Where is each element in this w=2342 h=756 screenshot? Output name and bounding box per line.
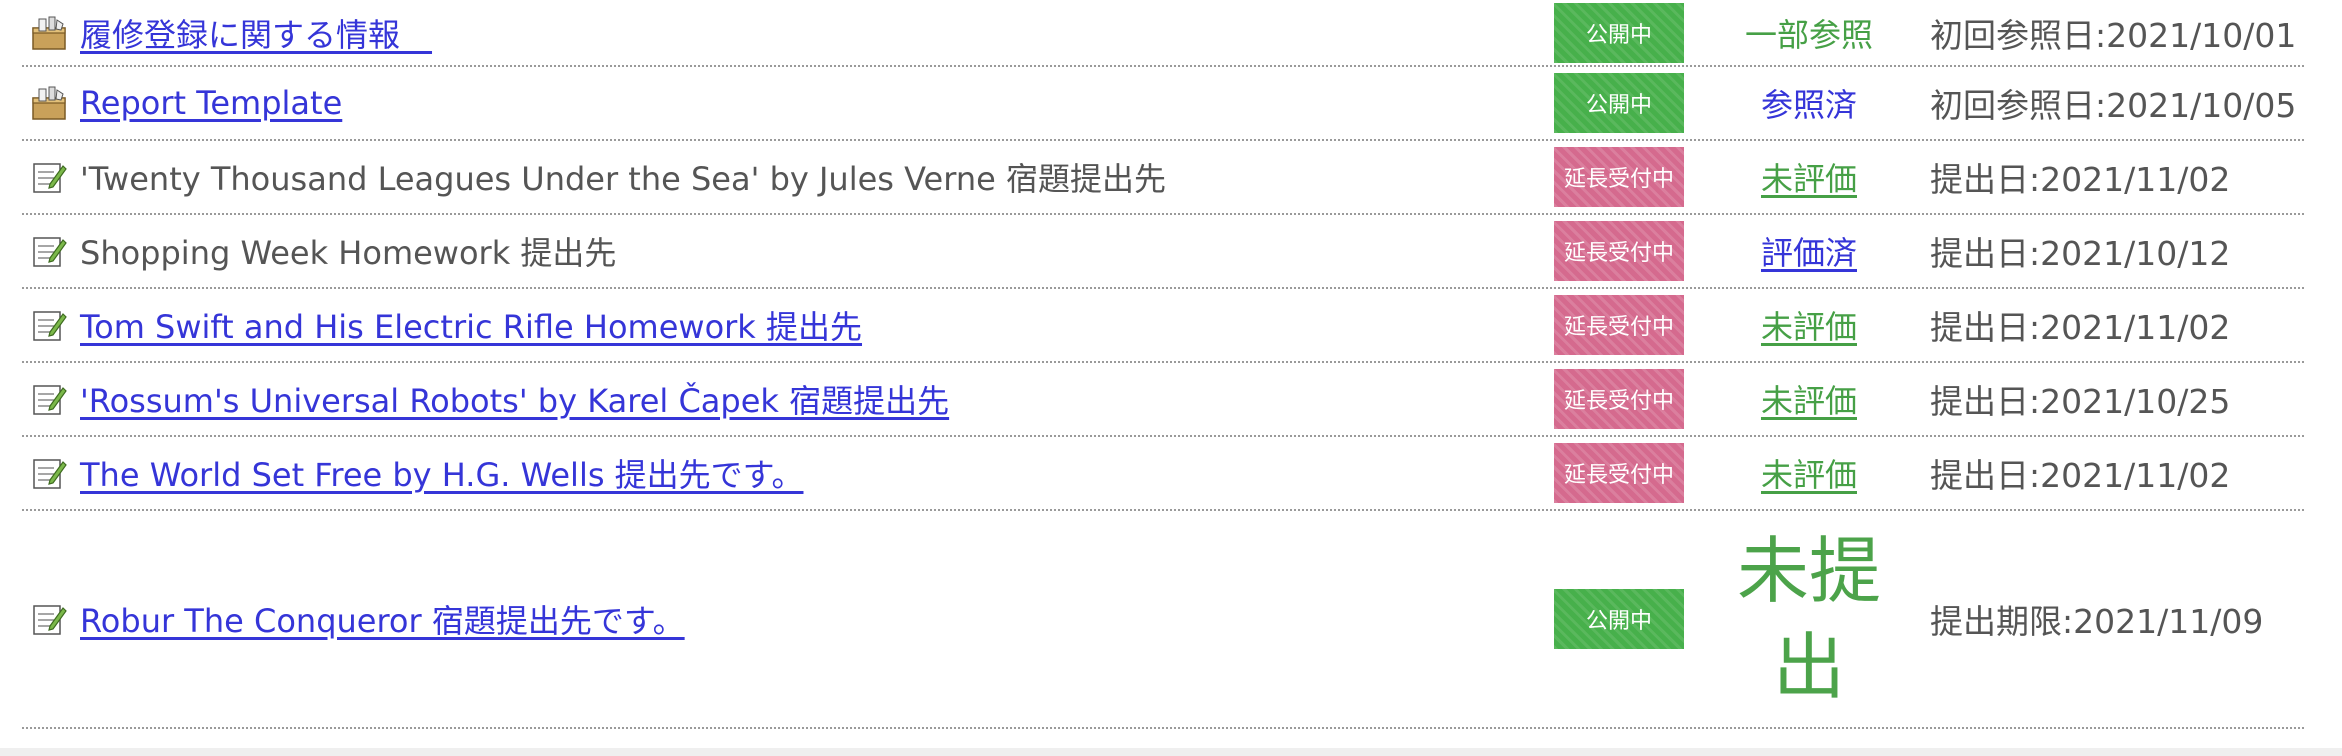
evaluation-status-link[interactable]: 未評価 [1761, 382, 1857, 420]
item-title: 'Twenty Thousand Leagues Under the Sea' … [80, 160, 1166, 198]
status-cell: 未提出 [1694, 523, 1924, 715]
view-status: 一部参照 [1744, 15, 1873, 54]
page-bottom-bar [0, 748, 2342, 756]
assignment-icon [33, 163, 67, 193]
badge-cell: 延長受付中 [1554, 295, 1694, 355]
date-text: 初回参照日:2021/10/05 [1930, 86, 2297, 125]
title-cell: Tom Swift and His Electric Rifle Homewor… [22, 302, 1554, 348]
status-cell: 一部参照 [1694, 10, 1924, 56]
list-item: 履修登録に関する情報 公開中 一部参照 初回参照日:2021/10/01 [22, 0, 2304, 67]
status-badge: 延長受付中 [1554, 443, 1684, 503]
date-text: 初回参照日:2021/10/01 [1930, 15, 2297, 55]
assignment-icon [33, 605, 67, 635]
list-item: 'Twenty Thousand Leagues Under the Sea' … [22, 141, 2304, 215]
view-status: 参照済 [1760, 86, 1857, 124]
item-title-link[interactable]: Robur The Conqueror 宿題提出先です。 [80, 596, 685, 642]
date-text: 提出日:2021/10/12 [1930, 234, 2231, 273]
status-badge: 公開中 [1554, 2, 1684, 63]
status-cell: 参照済 [1694, 80, 1924, 126]
title-cell: Shopping Week Homework 提出先 [22, 228, 1554, 274]
assignment-icon [33, 385, 67, 415]
status-badge: 公開中 [1554, 73, 1684, 133]
badge-cell: 公開中 [1554, 589, 1694, 649]
assignment-icon [33, 237, 67, 267]
item-title-link[interactable]: Tom Swift and His Electric Rifle Homewor… [80, 302, 862, 348]
item-title-link[interactable]: 履修登録に関する情報 [80, 10, 432, 56]
evaluation-status-link[interactable]: 未評価 [1761, 160, 1857, 198]
badge-cell: 公開中 [1554, 2, 1694, 63]
course-content-list: 履修登録に関する情報 公開中 一部参照 初回参照日:2021/10/01 Rep… [22, 0, 2304, 729]
item-title: Shopping Week Homework 提出先 [80, 234, 617, 272]
evaluation-status-link[interactable]: 評価済 [1761, 234, 1857, 272]
list-item: The World Set Free by H.G. Wells 提出先です。 … [22, 437, 2304, 511]
status-badge: 延長受付中 [1554, 295, 1684, 355]
list-item: 'Rossum's Universal Robots' by Karel Čap… [22, 363, 2304, 437]
status-cell: 未評価 [1694, 302, 1924, 348]
status-badge: 延長受付中 [1554, 221, 1684, 281]
title-cell: 履修登録に関する情報 [22, 10, 1554, 56]
item-title-link[interactable]: 'Rossum's Universal Robots' by Karel Čap… [80, 376, 949, 422]
title-cell: Robur The Conqueror 宿題提出先です。 [22, 596, 1554, 642]
list-item: Robur The Conqueror 宿題提出先です。 公開中 未提出 提出期… [22, 511, 2304, 729]
title-cell: Report Template [22, 84, 1554, 122]
date-text: 提出日:2021/11/02 [1930, 160, 2231, 199]
item-title-link[interactable]: Report Template [80, 84, 342, 122]
date-text: 提出期限:2021/11/09 [1930, 602, 2264, 641]
assignment-icon [33, 459, 67, 489]
badge-cell: 公開中 [1554, 73, 1694, 133]
date-text: 提出日:2021/10/25 [1930, 382, 2231, 421]
badge-cell: 延長受付中 [1554, 443, 1694, 503]
status-cell: 未評価 [1694, 154, 1924, 200]
item-title-link[interactable]: The World Set Free by H.G. Wells 提出先です。 [80, 450, 803, 496]
title-cell: 'Rossum's Universal Robots' by Karel Čap… [22, 376, 1554, 422]
list-item: Report Template 公開中 参照済 初回参照日:2021/10/05 [22, 67, 2304, 141]
list-item: Tom Swift and His Electric Rifle Homewor… [22, 289, 2304, 363]
date-text: 提出日:2021/11/02 [1930, 456, 2231, 495]
assignment-icon [33, 311, 67, 341]
toolbox-icon [32, 16, 66, 50]
evaluation-status-link[interactable]: 未評価 [1761, 308, 1857, 346]
status-cell: 未評価 [1694, 450, 1924, 496]
status-badge: 公開中 [1554, 589, 1684, 649]
badge-cell: 延長受付中 [1554, 221, 1694, 281]
toolbox-icon [32, 86, 66, 120]
title-cell: The World Set Free by H.G. Wells 提出先です。 [22, 450, 1554, 496]
title-cell: 'Twenty Thousand Leagues Under the Sea' … [22, 154, 1554, 200]
status-cell: 評価済 [1694, 228, 1924, 274]
badge-cell: 延長受付中 [1554, 369, 1694, 429]
badge-cell: 延長受付中 [1554, 147, 1694, 207]
status-badge: 延長受付中 [1554, 369, 1684, 429]
list-item: Shopping Week Homework 提出先 延長受付中 評価済 提出日… [22, 215, 2304, 289]
submission-status: 未提出 [1736, 529, 1881, 709]
status-badge: 延長受付中 [1554, 147, 1684, 207]
evaluation-status-link[interactable]: 未評価 [1761, 456, 1857, 494]
status-cell: 未評価 [1694, 376, 1924, 422]
date-text: 提出日:2021/11/02 [1930, 308, 2231, 347]
